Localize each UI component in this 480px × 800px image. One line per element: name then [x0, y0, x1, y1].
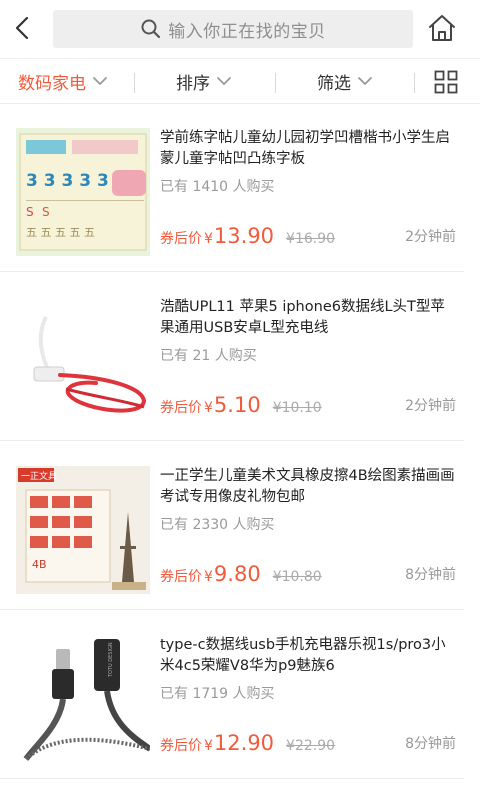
- filter-bar: 数码家电 排序 筛选: [0, 58, 480, 104]
- original-price: ¥22.90: [286, 738, 336, 754]
- price-label: 券后价: [160, 231, 202, 247]
- filter-screen[interactable]: 筛选: [317, 59, 373, 103]
- original-price: ¥16.90: [286, 231, 336, 247]
- thumb-box-label: 4B: [32, 558, 47, 571]
- price-row: 券后价 ¥ 13.90 ¥16.90: [160, 224, 335, 248]
- filter-divider: [275, 73, 276, 93]
- filter-divider: [134, 73, 135, 93]
- product-title: 浩酷UPL11 苹果5 iphone6数据线L头T型苹果通用USB安卓L型充电线: [160, 299, 445, 336]
- home-button[interactable]: [426, 12, 458, 44]
- search-icon: [140, 18, 162, 40]
- coupon-price: 12.90: [213, 731, 275, 755]
- coupon-price: 13.90: [213, 224, 275, 248]
- thumb-brand: 一正文具: [21, 470, 57, 482]
- filter-sort-label: 排序: [176, 73, 210, 94]
- sold-count: 已有 1410 人购买: [160, 179, 275, 195]
- product-item[interactable]: 一正文具 4B 一正学生儿童美术文具橡皮擦4B绘图素描画画考试专用像皮礼物包邮 …: [0, 442, 464, 610]
- product-thumbnail[interactable]: 3 3 3 3 3 3 S S 五 五 五 五 五: [16, 128, 150, 256]
- product-thumbnail[interactable]: 一正文具 4B: [16, 466, 150, 594]
- currency-symbol: ¥: [204, 231, 213, 247]
- search-input[interactable]: 输入你正在找的宝贝: [53, 10, 413, 48]
- sold-count: 已有 21 人购买: [160, 348, 257, 364]
- price-row: 券后价 ¥ 12.90 ¥22.90: [160, 731, 335, 755]
- currency-symbol: ¥: [204, 400, 213, 416]
- filter-divider: [414, 73, 415, 93]
- price-row: 券后价 ¥ 5.10 ¥10.10: [160, 393, 322, 417]
- coupon-price: 9.80: [213, 562, 261, 586]
- thumb-brand: TOTU DESIGN: [108, 642, 114, 678]
- chevron-down-icon: [92, 76, 108, 86]
- top-bar: 输入你正在找的宝贝: [0, 0, 480, 58]
- svg-text:S: S: [42, 205, 50, 219]
- product-thumbnail[interactable]: TOTU DESIGN: [16, 635, 150, 763]
- original-price: ¥10.80: [272, 569, 322, 585]
- product-title: type-c数据线usb手机充电器乐视1s/pro3小米4c5荣耀V8华为p9魅…: [160, 637, 446, 674]
- product-item[interactable]: 3 3 3 3 3 3 S S 五 五 五 五 五 学前练字帖儿童幼儿园初学凹槽…: [0, 104, 464, 272]
- product-title: 一正学生儿童美术文具橡皮擦4B绘图素描画画考试专用像皮礼物包邮: [160, 468, 455, 505]
- back-button[interactable]: [8, 12, 36, 44]
- post-time: 8分钟前: [405, 567, 456, 583]
- chevron-down-icon: [357, 76, 373, 86]
- filter-screen-label: 筛选: [317, 73, 351, 94]
- layout-toggle-button[interactable]: [434, 70, 458, 94]
- filter-category[interactable]: 数码家电: [18, 59, 108, 103]
- price-label: 券后价: [160, 569, 202, 585]
- currency-symbol: ¥: [204, 738, 213, 754]
- filter-sort[interactable]: 排序: [176, 59, 232, 103]
- sold-count: 已有 1719 人购买: [160, 686, 275, 702]
- currency-symbol: ¥: [204, 569, 213, 585]
- back-arrow-icon: [15, 16, 29, 40]
- coupon-price: 5.10: [213, 393, 261, 417]
- filter-category-label: 数码家电: [18, 73, 86, 94]
- post-time: 2分钟前: [405, 229, 456, 245]
- post-time: 8分钟前: [405, 736, 456, 752]
- thumb-digits: 3 3 3 3 3 3: [26, 171, 127, 191]
- grid-icon: [434, 70, 458, 94]
- price-row: 券后价 ¥ 9.80 ¥10.80: [160, 562, 322, 586]
- original-price: ¥10.10: [272, 400, 322, 416]
- home-icon: [429, 15, 455, 41]
- chevron-down-icon: [216, 76, 232, 86]
- price-label: 券后价: [160, 738, 202, 754]
- post-time: 2分钟前: [405, 398, 456, 414]
- sold-count: 已有 2330 人购买: [160, 517, 275, 533]
- product-title: 学前练字帖儿童幼儿园初学凹槽楷书小学生启蒙儿童字帖凹凸练字板: [160, 130, 450, 167]
- thumb-chars: 五 五 五 五 五: [26, 226, 95, 239]
- svg-text:S: S: [26, 205, 34, 219]
- product-item[interactable]: TOTU DESIGN type-c数据线usb手机充电器乐视1s/pro3小米…: [0, 611, 464, 779]
- product-item[interactable]: 浩酷UPL11 苹果5 iphone6数据线L头T型苹果通用USB安卓L型充电线…: [0, 273, 464, 441]
- search-placeholder: 输入你正在找的宝贝: [168, 21, 326, 42]
- price-label: 券后价: [160, 400, 202, 416]
- product-thumbnail[interactable]: [16, 297, 150, 425]
